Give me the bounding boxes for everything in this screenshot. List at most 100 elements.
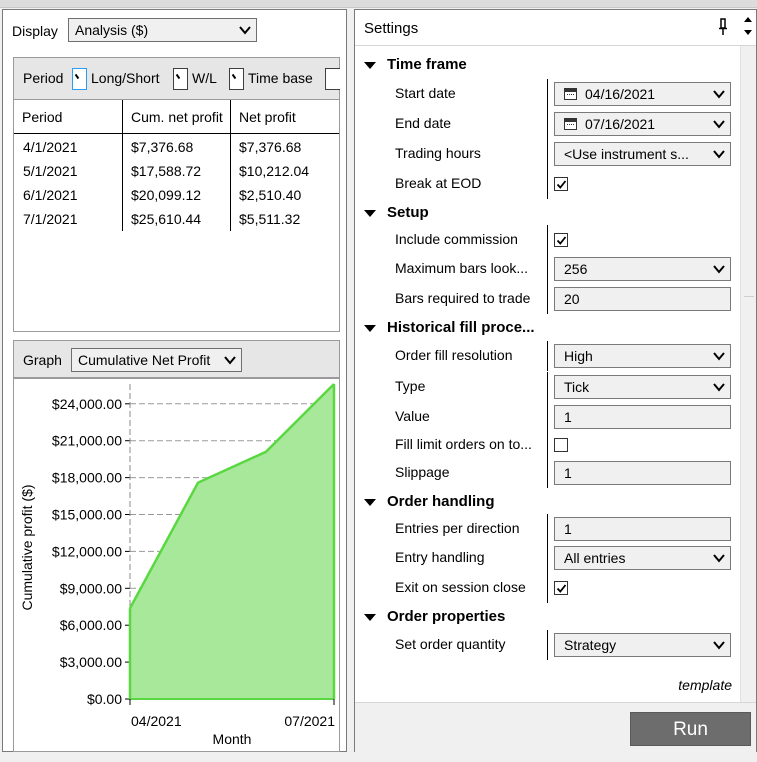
section-order-properties[interactable]: Order properties — [355, 603, 740, 631]
collapse-triangle-icon[interactable] — [364, 210, 376, 217]
table-row[interactable]: 6/1/2021 $20,099.12 $2,510.40 — [14, 183, 339, 207]
tab-long-short-label: Long/Short — [91, 70, 160, 86]
entries-per-direction-label: Entries per direction — [395, 520, 520, 536]
fill-type-dropdown[interactable]: Tick — [554, 375, 731, 399]
section-title: Order handling — [387, 493, 495, 510]
calendar-icon — [564, 88, 577, 100]
table-row[interactable]: 5/1/2021 $17,588.72 $10,212.04 — [14, 159, 339, 183]
cell-cum-net-profit: $20,099.12 — [131, 187, 202, 203]
end-date-picker[interactable]: 07/16/2021 — [554, 112, 731, 136]
fill-resolution-value: High — [564, 348, 593, 364]
fill-value-input[interactable]: 1 — [554, 405, 731, 429]
section-setup[interactable]: Setup — [355, 199, 740, 227]
y-tick-label: $12,000.00 — [52, 543, 122, 559]
collapse-triangle-icon[interactable] — [364, 614, 376, 621]
section-time-frame[interactable]: Time frame — [355, 51, 740, 79]
cell-period: 4/1/2021 — [23, 139, 78, 155]
chevron-down-icon — [713, 352, 725, 361]
row-divider — [547, 341, 548, 371]
tab-wl[interactable]: W/L — [173, 68, 217, 90]
property-row: Order fill resolution High — [355, 341, 740, 371]
cumulative-profit-chart: $0.00 $3,000.00 $6,000.00 $9,000.00 $12,000.… — [19, 383, 336, 747]
run-bar: Run — [355, 702, 756, 752]
chevron-down-icon — [713, 383, 725, 392]
cell-net-profit: $5,511.32 — [239, 211, 301, 227]
trading-hours-label: Trading hours — [395, 145, 481, 161]
scrollbar-grip[interactable] — [744, 296, 754, 297]
display-dropdown[interactable]: Analysis ($) — [68, 18, 257, 42]
y-tick-label: $24,000.00 — [52, 396, 122, 412]
order-quantity-label: Set order quantity — [395, 636, 506, 652]
collapse-triangle-icon[interactable] — [364, 325, 376, 332]
settings-header: Settings — [355, 10, 756, 46]
entry-handling-value: All entries — [564, 550, 626, 566]
scroll-down-icon[interactable] — [743, 29, 753, 37]
table-row[interactable]: 7/1/2021 $25,610.44 $5,511.32 — [14, 207, 339, 231]
break-eod-checkbox[interactable] — [554, 177, 568, 191]
run-button[interactable]: Run — [630, 712, 751, 746]
table-row[interactable]: 4/1/2021 $7,376.68 $7,376.68 — [14, 135, 339, 159]
section-historical-fill[interactable]: Historical fill proce... — [355, 314, 740, 342]
fill-resolution-dropdown[interactable]: High — [554, 344, 731, 368]
exit-session-close-checkbox[interactable] — [554, 581, 568, 595]
trading-hours-dropdown[interactable]: <Use instrument s... — [554, 142, 731, 166]
fill-limit-checkbox[interactable] — [554, 438, 568, 452]
tab-overflow[interactable] — [325, 68, 344, 90]
property-row: Fill limit orders on to... — [355, 430, 740, 460]
column-header-period[interactable]: Period — [14, 100, 122, 134]
entries-per-direction-input[interactable]: 1 — [554, 517, 731, 541]
tab-marker-icon — [229, 68, 244, 90]
tab-time-base[interactable]: Time base — [229, 68, 313, 90]
order-quantity-value: Strategy — [564, 637, 617, 653]
fill-type-value: Tick — [564, 379, 590, 395]
graph-type-dropdown[interactable]: Cumulative Net Profit — [71, 348, 242, 372]
cell-period: 5/1/2021 — [23, 163, 78, 179]
property-row: End date 07/16/2021 — [355, 109, 740, 139]
template-link[interactable]: template — [678, 677, 732, 693]
collapse-triangle-icon[interactable] — [364, 499, 376, 506]
column-header-net-profit[interactable]: Net profit — [231, 100, 339, 134]
row-divider — [547, 372, 548, 402]
end-date-label: End date — [395, 115, 452, 131]
row-divider — [547, 573, 548, 603]
display-value: Analysis ($) — [75, 22, 149, 38]
section-title: Setup — [387, 204, 429, 221]
y-tick-label: $18,000.00 — [52, 470, 122, 486]
max-bars-value: 256 — [564, 261, 588, 277]
property-row: Slippage 1 — [355, 458, 740, 488]
settings-scrollbar[interactable] — [740, 46, 756, 702]
start-date-label: Start date — [395, 85, 456, 101]
max-bars-dropdown[interactable]: 256 — [554, 257, 731, 281]
tab-long-short[interactable]: Long/Short — [72, 68, 160, 90]
section-order-handling[interactable]: Order handling — [355, 488, 740, 516]
property-row: Trading hours <Use instrument s... — [355, 139, 740, 169]
y-tick-label: $6,000.00 — [60, 617, 122, 633]
collapse-triangle-icon[interactable] — [364, 62, 376, 69]
row-divider — [547, 430, 548, 460]
scroll-up-icon[interactable] — [743, 15, 753, 23]
y-tick-label: $21,000.00 — [52, 433, 122, 449]
y-axis-label: Cumulative profit ($) — [19, 484, 35, 610]
row-divider — [547, 630, 548, 660]
calendar-icon — [564, 118, 577, 130]
tab-period[interactable]: Period — [23, 68, 63, 90]
property-row: Type Tick — [355, 372, 740, 402]
slippage-label: Slippage — [395, 464, 450, 480]
bars-required-input[interactable]: 20 — [554, 287, 731, 311]
include-commission-checkbox[interactable] — [554, 233, 568, 247]
property-row: Set order quantity Strategy — [355, 630, 740, 660]
end-date-value: 07/16/2021 — [585, 116, 656, 132]
pin-icon[interactable] — [718, 18, 728, 36]
start-date-picker[interactable]: 04/16/2021 — [554, 82, 731, 106]
chevron-down-icon — [713, 90, 725, 99]
column-header-cum-net-profit[interactable]: Cum. net profit — [123, 100, 230, 134]
period-table: Period Cum. net profit Net profit 4/1/20… — [13, 99, 340, 332]
slippage-input[interactable]: 1 — [554, 461, 731, 485]
row-divider — [547, 139, 548, 169]
tab-wl-label: W/L — [192, 70, 217, 86]
row-divider — [547, 79, 548, 109]
property-row: Bars required to trade 20 — [355, 284, 740, 314]
order-quantity-dropdown[interactable]: Strategy — [554, 633, 731, 657]
fill-limit-label: Fill limit orders on to... — [395, 436, 532, 452]
entry-handling-dropdown[interactable]: All entries — [554, 546, 731, 570]
